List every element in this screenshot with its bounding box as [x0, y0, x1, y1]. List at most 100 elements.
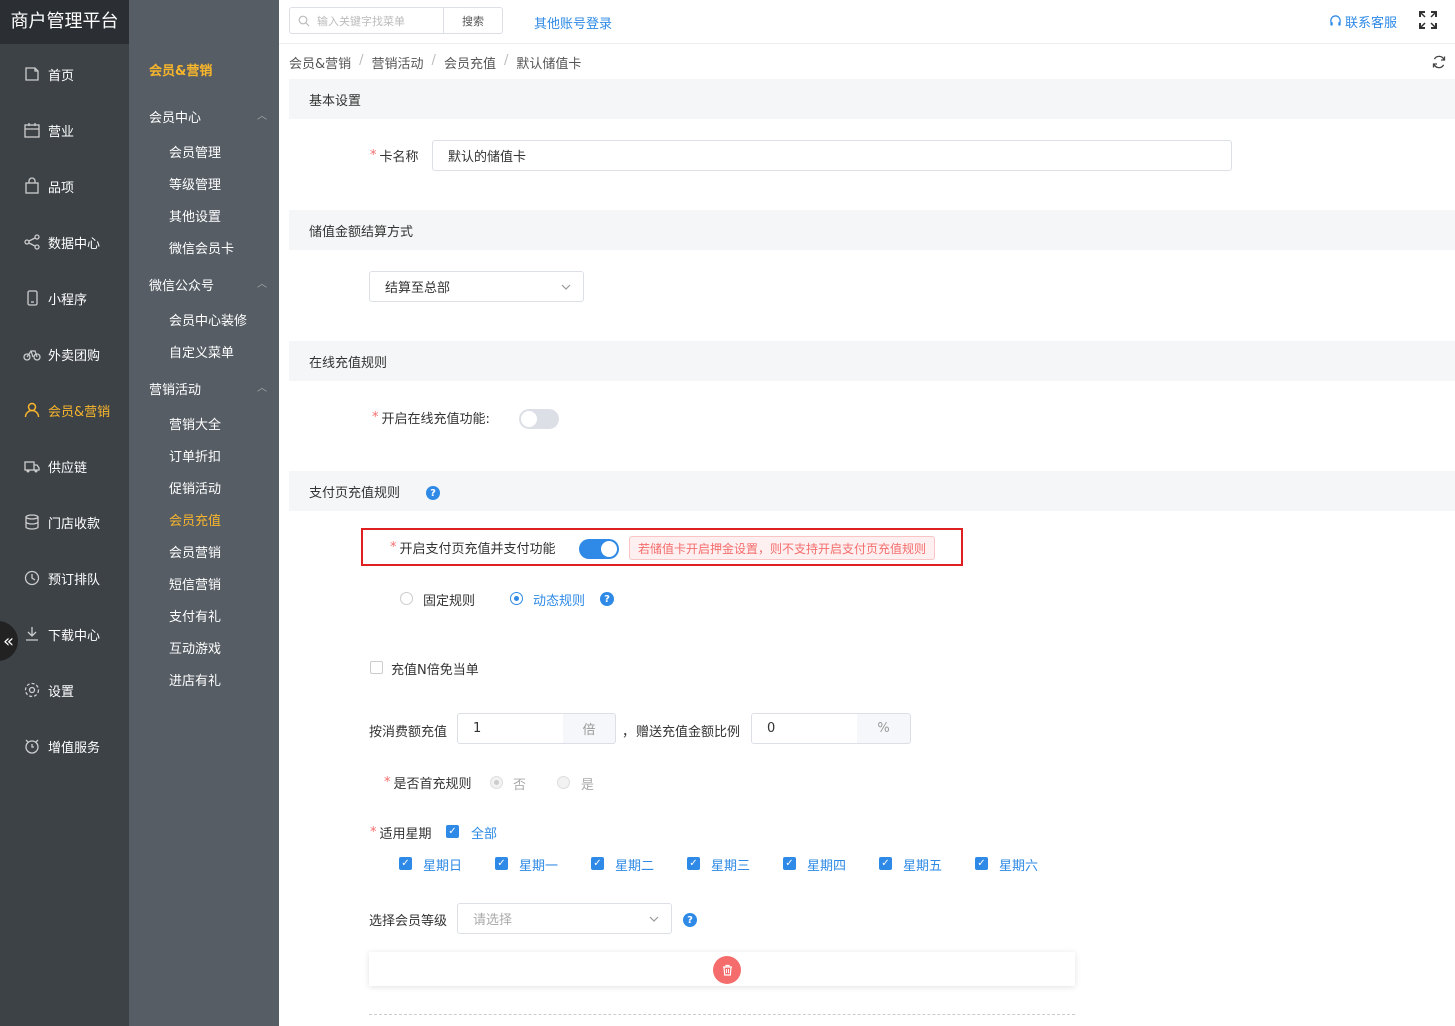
- submenu-item[interactable]: 自定义菜单: [169, 342, 234, 361]
- submenu-item[interactable]: 进店有礼: [169, 670, 221, 689]
- other-account-login-link[interactable]: 其他账号登录: [534, 13, 612, 32]
- submenu-item[interactable]: 促销活动: [169, 478, 221, 497]
- nav-item[interactable]: 下载中心: [0, 614, 129, 654]
- submenu-item[interactable]: 其他设置: [169, 206, 221, 225]
- nav-item-label: 供应链: [48, 460, 88, 476]
- menu-search-input[interactable]: 输入关键字找菜单: [289, 7, 444, 34]
- nav-item[interactable]: 品项: [0, 166, 129, 206]
- first-recharge-no-label[interactable]: 否: [513, 774, 526, 793]
- fullscreen-icon[interactable]: [1419, 11, 1437, 29]
- submenu-item[interactable]: 等级管理: [169, 174, 221, 193]
- weekday-checkbox[interactable]: ✓: [495, 857, 508, 870]
- nav-item-label: 外卖团购: [48, 348, 101, 364]
- weekday-label[interactable]: 星期六: [999, 855, 1038, 874]
- weekday-label[interactable]: 星期五: [903, 855, 942, 874]
- settlement-value: 结算至总部: [385, 281, 451, 296]
- submenu-item[interactable]: 支付有礼: [169, 606, 221, 625]
- share-icon: [23, 233, 41, 251]
- free-order-checkbox[interactable]: [370, 661, 383, 674]
- nav-item[interactable]: 小程序: [0, 278, 129, 318]
- app-title: 商户管理平台: [0, 0, 129, 44]
- submenu-item[interactable]: 会员充值: [169, 510, 221, 529]
- first-recharge-yes-radio[interactable]: [557, 776, 570, 789]
- settlement-select[interactable]: 结算至总部: [369, 271, 584, 302]
- nav-item[interactable]: 会员&营销: [0, 390, 129, 430]
- submenu-item[interactable]: 会员管理: [169, 142, 221, 161]
- refresh-icon[interactable]: [1432, 55, 1446, 69]
- paypage-recharge-label: * 开启支付页充值并支付功能: [390, 540, 556, 557]
- nav-item[interactable]: 外卖团购: [0, 334, 129, 374]
- submenu-item[interactable]: 短信营销: [169, 574, 221, 593]
- weekday-all-checkbox[interactable]: ✓: [446, 825, 459, 838]
- free-order-label[interactable]: 充值N倍免当单: [391, 659, 479, 678]
- delete-button[interactable]: [713, 956, 741, 984]
- submenu-item[interactable]: 会员营销: [169, 542, 221, 561]
- weekday-label[interactable]: 星期三: [711, 855, 750, 874]
- nav-item[interactable]: 供应链: [0, 446, 129, 486]
- divider: [369, 1014, 1075, 1015]
- bag-icon: [23, 177, 41, 195]
- nav-item-label: 增值服务: [48, 740, 101, 756]
- online-recharge-toggle[interactable]: [519, 409, 559, 429]
- weekday-label[interactable]: 星期四: [807, 855, 846, 874]
- weekday-all-label[interactable]: 全部: [471, 823, 497, 842]
- nav-item[interactable]: 预订排队: [0, 558, 129, 598]
- main-sidebar: 商户管理平台 首页营业品项数据中心小程序外卖团购会员&营销供应链门店收款预订排队…: [0, 0, 129, 1026]
- breadcrumb-item[interactable]: 会员&营销: [289, 53, 351, 72]
- search-button[interactable]: 搜索: [444, 7, 503, 34]
- download-icon: [23, 625, 41, 643]
- first-recharge-yes-label[interactable]: 是: [581, 774, 594, 793]
- section-paypage-recharge: 支付页充值规则: [289, 471, 1455, 511]
- nav-item[interactable]: 数据中心: [0, 222, 129, 262]
- chevron-up-icon: ︿: [257, 279, 267, 290]
- online-recharge-label: * 开启在线充值功能:: [372, 410, 490, 427]
- help-icon[interactable]: ?: [600, 592, 614, 606]
- member-level-label: 选择会员等级: [369, 914, 448, 929]
- nav-item[interactable]: 营业: [0, 110, 129, 150]
- rule-fixed-label[interactable]: 固定规则: [423, 590, 475, 609]
- nav-item[interactable]: 首页: [0, 54, 129, 94]
- submenu-item[interactable]: 微信会员卡: [169, 238, 234, 257]
- recharge-multiple-input[interactable]: 1: [457, 713, 564, 744]
- submenu-group[interactable]: 微信公众号 ︿: [149, 275, 267, 294]
- first-recharge-no-radio[interactable]: [490, 776, 503, 789]
- rule-dynamic-label[interactable]: 动态规则: [533, 590, 585, 609]
- phone-icon: [23, 289, 41, 307]
- weekday-label[interactable]: 星期日: [423, 855, 462, 874]
- member-level-select[interactable]: 请选择: [457, 903, 672, 934]
- nav-item-label: 下载中心: [48, 628, 101, 644]
- breadcrumb-item[interactable]: 会员充值: [444, 53, 496, 72]
- trash-icon: [722, 964, 732, 976]
- weekday-checkbox[interactable]: ✓: [879, 857, 892, 870]
- rule-dynamic-radio[interactable]: [510, 592, 523, 605]
- help-icon[interactable]: ?: [683, 913, 697, 927]
- weekday-checkbox[interactable]: ✓: [687, 857, 700, 870]
- weekday-checkbox[interactable]: ✓: [591, 857, 604, 870]
- database-icon: [23, 513, 41, 531]
- weekday-label[interactable]: 星期一: [519, 855, 558, 874]
- weekday-checkbox[interactable]: ✓: [783, 857, 796, 870]
- rule-fixed-radio[interactable]: [400, 592, 413, 605]
- breadcrumb-item[interactable]: 营销活动: [372, 53, 424, 72]
- weekday-checkbox[interactable]: ✓: [399, 857, 412, 870]
- submenu-item[interactable]: 营销大全: [169, 414, 221, 433]
- weekday-label[interactable]: 星期二: [615, 855, 654, 874]
- submenu-item[interactable]: 会员中心装修: [169, 310, 247, 329]
- nav-item[interactable]: 增值服务: [0, 726, 129, 766]
- section-settlement: 储值金额结算方式: [289, 210, 1455, 250]
- paypage-recharge-toggle[interactable]: [579, 539, 619, 559]
- gift-ratio-input[interactable]: 0: [751, 713, 858, 744]
- submenu-group[interactable]: 营销活动 ︿: [149, 379, 267, 398]
- submenu-item[interactable]: 互动游戏: [169, 638, 221, 657]
- card-name-input[interactable]: 默认的储值卡: [432, 140, 1232, 171]
- truck-icon: [23, 457, 41, 475]
- contact-support-link[interactable]: 联系客服: [1329, 12, 1397, 31]
- chevron-down-icon: [649, 916, 659, 922]
- nav-item[interactable]: 门店收款: [0, 502, 129, 542]
- section-online-recharge: 在线充值规则: [289, 341, 1455, 381]
- submenu-group[interactable]: 会员中心 ︿: [149, 107, 267, 126]
- nav-item[interactable]: 设置: [0, 670, 129, 710]
- help-icon[interactable]: ?: [426, 486, 440, 500]
- submenu-item[interactable]: 订单折扣: [169, 446, 221, 465]
- weekday-checkbox[interactable]: ✓: [975, 857, 988, 870]
